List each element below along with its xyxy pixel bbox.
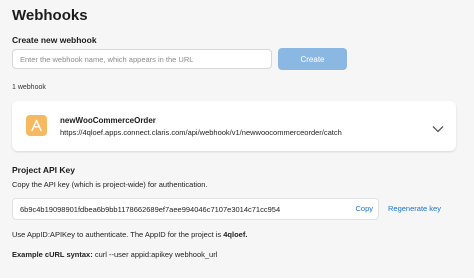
- webhook-url: https://4qloef.apps.connect.claris.com/a…: [60, 128, 342, 137]
- webhook-name-input[interactable]: [12, 49, 272, 69]
- api-key-description: Copy the API key (which is project-wide)…: [12, 180, 208, 189]
- auth-note-text: Use AppID:APIKey to authenticate. The Ap…: [12, 230, 222, 239]
- webhook-name: newWooCommerceOrder: [60, 116, 156, 125]
- webhook-count: 1 webhook: [12, 84, 46, 91]
- api-key-field: 6b9c4b19098901fdbea6b9bb1178662689ef7aee…: [12, 198, 379, 220]
- woocommerce-app-icon: [26, 115, 47, 136]
- curl-label: Example cURL syntax:: [12, 250, 93, 259]
- curl-value: curl --user appid:apikey webhook_url: [94, 250, 218, 259]
- copy-button[interactable]: Copy: [355, 204, 373, 213]
- api-key-title: Project API Key: [12, 165, 75, 175]
- create-webhook-label: Create new webhook: [12, 35, 97, 45]
- curl-example: Example cURL syntax: curl --user appid:a…: [12, 250, 217, 259]
- webhook-card[interactable]: newWooCommerceOrder https://4qloef.apps.…: [12, 101, 456, 151]
- regenerate-key-button[interactable]: Regenerate key: [388, 204, 441, 213]
- api-key-value: 6b9c4b19098901fdbea6b9bb1178662689ef7aee…: [20, 205, 281, 214]
- chevron-down-icon[interactable]: [432, 120, 444, 138]
- app-id: 4qloef.: [223, 230, 248, 239]
- page-title: Webhooks: [12, 7, 88, 24]
- auth-note: Use AppID:APIKey to authenticate. The Ap…: [12, 230, 247, 239]
- create-button[interactable]: Create: [278, 48, 347, 70]
